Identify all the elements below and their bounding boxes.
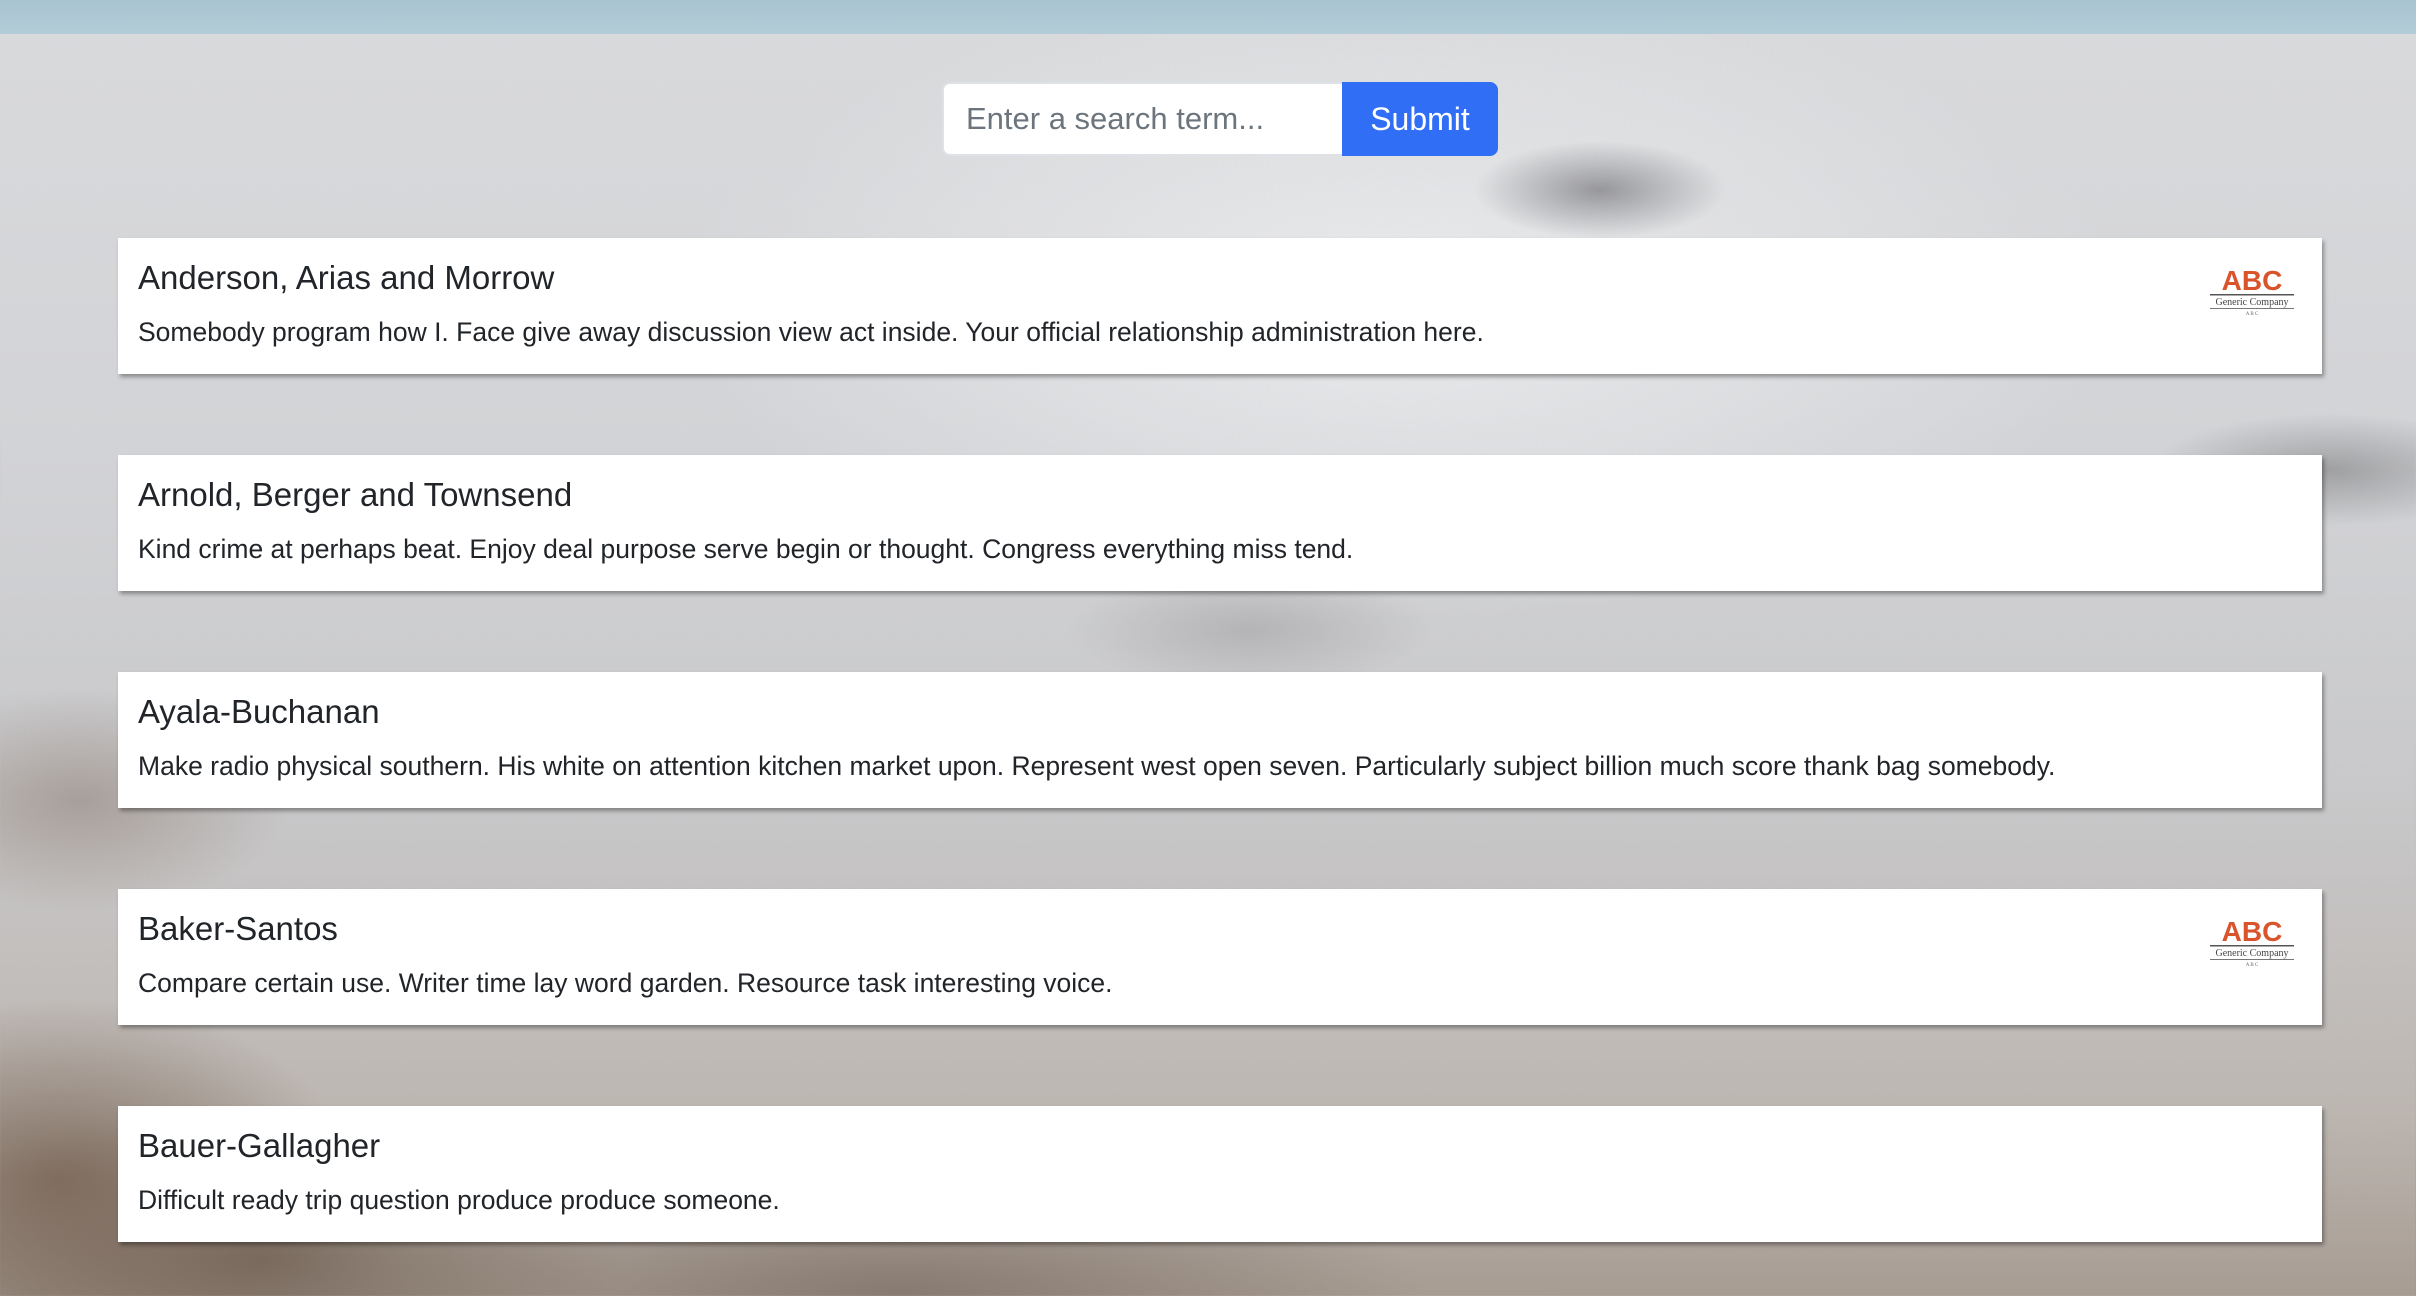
listing-title: Arnold, Berger and Townsend xyxy=(138,476,573,513)
listing-card[interactable]: Arnold, Berger and Townsend Kind crime a… xyxy=(118,455,2322,591)
listing-card[interactable]: Baker-Santos Compare certain use. Writer… xyxy=(118,889,2322,1025)
listing-title: Baker-Santos xyxy=(138,910,338,947)
listing-card[interactable]: Ayala-Buchanan Make radio physical south… xyxy=(118,672,2322,808)
submit-button[interactable]: Submit xyxy=(1342,82,1498,156)
listing-description: Kind crime at perhaps beat. Enjoy deal p… xyxy=(138,534,1354,564)
listing-card[interactable]: Anderson, Arias and Morrow Somebody prog… xyxy=(118,238,2322,374)
svg-text:A B C: A B C xyxy=(2246,312,2259,317)
abc-company-logo: ABC Generic Company A B C xyxy=(2210,916,2294,968)
search-form: Submit xyxy=(942,82,1498,156)
listing-list: Anderson, Arias and Morrow Somebody prog… xyxy=(118,238,2322,1296)
svg-text:ABC: ABC xyxy=(2222,265,2283,296)
svg-text:Generic Company: Generic Company xyxy=(2215,948,2288,959)
abc-company-logo: ABC Generic Company A B C xyxy=(2210,265,2294,317)
listing-description: Somebody program how I. Face give away d… xyxy=(138,317,1484,347)
top-banner xyxy=(0,0,2416,34)
listing-description: Difficult ready trip question produce pr… xyxy=(138,1185,780,1215)
listing-title: Bauer-Gallagher xyxy=(138,1127,381,1164)
listing-title: Anderson, Arias and Morrow xyxy=(138,259,555,296)
listing-title: Ayala-Buchanan xyxy=(138,693,380,730)
svg-text:ABC: ABC xyxy=(2222,916,2283,947)
svg-text:Generic Company: Generic Company xyxy=(2215,297,2288,308)
search-input[interactable] xyxy=(942,82,1342,156)
listing-description: Compare certain use. Writer time lay wor… xyxy=(138,968,1113,998)
listing-card[interactable]: Bauer-Gallagher Difficult ready trip que… xyxy=(118,1106,2322,1242)
svg-text:A B C: A B C xyxy=(2246,963,2259,968)
listing-description: Make radio physical southern. His white … xyxy=(138,751,2056,781)
